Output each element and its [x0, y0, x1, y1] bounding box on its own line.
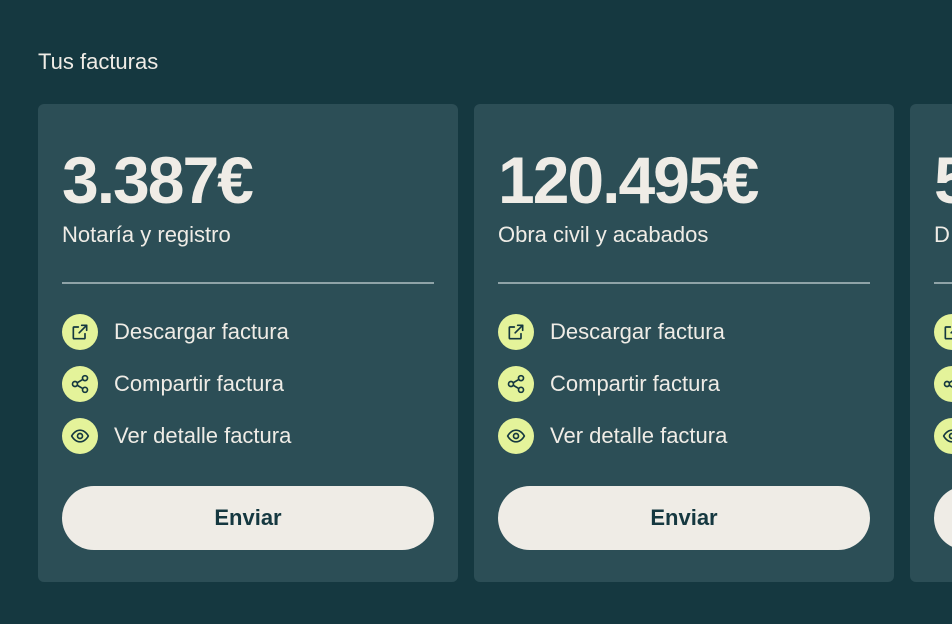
view-invoice-detail-action[interactable] [934, 418, 952, 454]
external-link-icon [498, 314, 534, 350]
invoices-page: Tus facturas 3.387€ Notaría y registro D… [0, 0, 952, 624]
divider [62, 282, 434, 284]
invoice-concept: D [934, 222, 950, 247]
invoice-amount: 3.387€ [62, 143, 254, 217]
invoice-concept: Notaría y registro [62, 222, 231, 247]
action-label: Ver detalle factura [550, 423, 728, 448]
invoice-card: 5 D [910, 104, 952, 582]
section-title: Tus facturas [38, 49, 159, 74]
eye-icon [498, 418, 534, 454]
action-label: Descargar factura [114, 319, 289, 344]
view-invoice-detail-action[interactable]: Ver detalle factura [62, 418, 434, 454]
share-invoice-action[interactable]: Compartir factura [498, 366, 870, 402]
share-icon [498, 366, 534, 402]
divider [498, 282, 870, 284]
action-label: Ver detalle factura [114, 423, 292, 448]
invoice-card: 120.495€ Obra civil y acabados Descargar… [474, 104, 894, 582]
external-link-icon [62, 314, 98, 350]
action-label: Compartir factura [550, 371, 720, 396]
send-button[interactable]: Enviar [62, 486, 434, 550]
invoice-concept: Obra civil y acabados [498, 222, 709, 247]
action-label: Compartir factura [114, 371, 284, 396]
divider [934, 282, 952, 284]
share-invoice-action[interactable] [934, 366, 952, 402]
invoice-card: 3.387€ Notaría y registro Descargar fact… [38, 104, 458, 582]
send-button[interactable] [934, 486, 952, 550]
invoice-amount: 5 [934, 142, 952, 218]
eye-icon [62, 418, 98, 454]
external-link-icon [934, 314, 952, 350]
invoice-cards: 3.387€ Notaría y registro Descargar fact… [38, 104, 952, 582]
share-invoice-action[interactable]: Compartir factura [62, 366, 434, 402]
download-invoice-action[interactable] [934, 314, 952, 350]
share-icon [62, 366, 98, 402]
invoice-amount: 120.495€ [498, 143, 759, 217]
invoice-actions [934, 314, 952, 470]
download-invoice-action[interactable]: Descargar factura [62, 314, 434, 350]
download-invoice-action[interactable]: Descargar factura [498, 314, 870, 350]
send-button[interactable]: Enviar [498, 486, 870, 550]
view-invoice-detail-action[interactable]: Ver detalle factura [498, 418, 870, 454]
invoice-actions: Descargar factura Compartir factura Ver … [498, 314, 870, 470]
action-label: Descargar factura [550, 319, 725, 344]
eye-icon [934, 418, 952, 454]
invoice-actions: Descargar factura Compartir factura Ver … [62, 314, 434, 470]
share-icon [934, 366, 952, 402]
